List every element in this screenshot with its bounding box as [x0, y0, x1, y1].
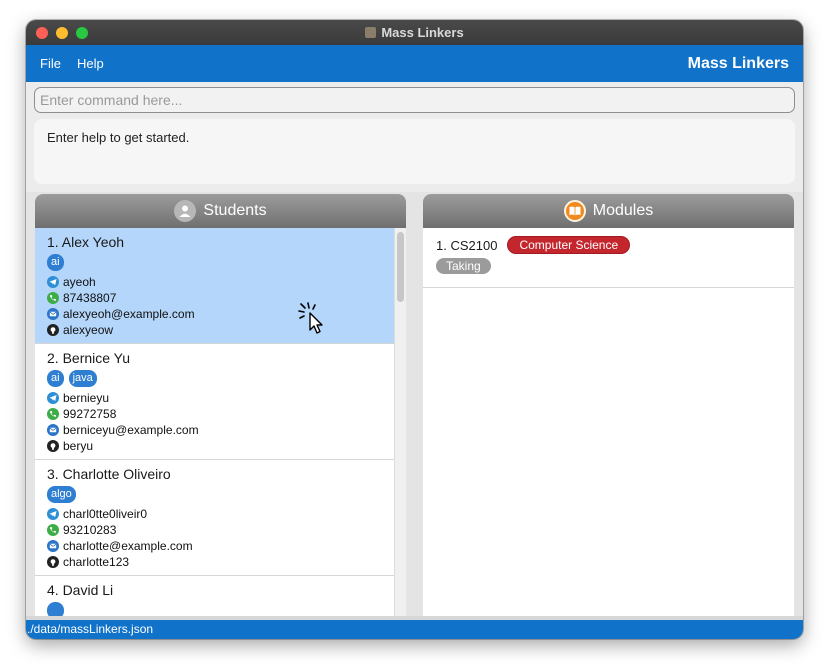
app-icon	[365, 27, 377, 38]
student-list-scrollbar[interactable]	[394, 228, 406, 616]
module-code: 1. CS2100	[436, 237, 498, 253]
github-icon	[47, 556, 59, 568]
students-panel: Students 1. Alex Yeoh ai ayeoh 87438807 …	[35, 194, 406, 616]
student-list[interactable]: 1. Alex Yeoh ai ayeoh 87438807 alexyeoh@…	[35, 228, 406, 616]
module-list[interactable]: 1. CS2100 Computer Science Taking	[423, 228, 794, 616]
student-card[interactable]: 3. Charlotte Oliveiro algo charl0tte0liv…	[35, 460, 394, 576]
github-row: charlotte123	[47, 554, 382, 570]
modules-title: Modules	[592, 202, 654, 219]
student-card[interactable]: 4. David Li	[35, 576, 394, 616]
students-title: Students	[203, 202, 267, 219]
telegram-icon	[47, 392, 59, 404]
phone-icon	[47, 524, 59, 536]
email-icon	[47, 308, 59, 320]
telegram-row: bernieyu	[47, 390, 382, 406]
student-card[interactable]: 1. Alex Yeoh ai ayeoh 87438807 alexyeoh@…	[35, 228, 394, 344]
mouse-cursor-icon	[298, 302, 323, 334]
student-tags: algo	[47, 486, 382, 503]
student-name: 2. Bernice Yu	[47, 350, 131, 366]
module-status-badge: Taking	[436, 258, 491, 274]
window-title: Mass Linkers	[365, 25, 464, 40]
phone-icon	[47, 292, 59, 304]
github-icon	[47, 440, 59, 452]
modules-panel: Modules 1. CS2100 Computer Science Takin…	[423, 194, 794, 616]
student-tags	[47, 602, 382, 616]
phone-number: 93210283	[63, 523, 117, 537]
email-address: berniceyu@example.com	[63, 423, 199, 437]
menu-bar: File Help Mass Linkers	[26, 45, 803, 82]
phone-number: 99272758	[63, 407, 117, 421]
phone-icon	[47, 408, 59, 420]
phone-row: 93210283	[47, 522, 382, 538]
user-icon	[174, 200, 197, 222]
email-address: alexyeoh@example.com	[63, 307, 195, 321]
email-icon	[47, 540, 59, 552]
tag	[47, 602, 65, 616]
github-username: charlotte123	[63, 555, 130, 569]
command-box	[26, 82, 803, 116]
email-row: charlotte@example.com	[47, 538, 382, 554]
email-icon	[47, 424, 59, 436]
phone-row: 99272758	[47, 406, 382, 422]
tag: ai	[47, 370, 64, 387]
student-tags: ai	[47, 254, 382, 271]
tag: ai	[47, 254, 64, 271]
title-bar: Mass Linkers	[26, 20, 803, 45]
github-username: alexyeow	[63, 323, 114, 337]
tag: algo	[47, 486, 76, 503]
student-tags: ai java	[47, 370, 382, 387]
minimize-window-button[interactable]	[56, 27, 68, 39]
student-card[interactable]: 2. Bernice Yu ai java bernieyu 99272758	[35, 344, 394, 460]
telegram-handle: charl0tte0liveir0	[63, 507, 148, 521]
app-window: Mass Linkers File Help Mass Linkers Ente…	[26, 20, 803, 639]
brand-title: Mass Linkers	[687, 54, 789, 72]
telegram-row: ayeoh	[47, 274, 382, 290]
book-icon	[563, 200, 586, 222]
student-name: 3. Charlotte Oliveiro	[47, 466, 171, 482]
tag: java	[68, 370, 97, 387]
telegram-handle: bernieyu	[63, 391, 110, 405]
modules-header: Modules	[423, 194, 794, 228]
window-title-text: Mass Linkers	[381, 25, 464, 40]
telegram-row: charl0tte0liveir0	[47, 506, 382, 522]
github-row: beryu	[47, 438, 382, 454]
module-line: 1. CS2100 Computer Science	[436, 236, 781, 254]
scrollbar-thumb[interactable]	[397, 232, 404, 302]
email-address: charlotte@example.com	[63, 539, 193, 553]
student-name: 4. David Li	[47, 582, 114, 598]
data-file-path: ./data/massLinkers.json	[27, 622, 154, 636]
telegram-icon	[47, 508, 59, 520]
module-category-tag: Computer Science	[507, 236, 631, 254]
command-input[interactable]	[34, 87, 795, 113]
status-bar: ./data/massLinkers.json	[26, 620, 803, 639]
window-controls	[36, 27, 88, 39]
result-display: Enter help to get started.	[34, 119, 795, 184]
student-name: 1. Alex Yeoh	[47, 234, 125, 250]
telegram-handle: ayeoh	[63, 275, 96, 289]
maximize-window-button[interactable]	[76, 27, 88, 39]
phone-number: 87438807	[63, 291, 117, 305]
github-username: beryu	[63, 439, 94, 453]
menu-file[interactable]: File	[40, 56, 61, 71]
students-header: Students	[35, 194, 406, 228]
result-box: Enter help to get started.	[26, 116, 803, 192]
menu-help[interactable]: Help	[77, 56, 104, 71]
close-window-button[interactable]	[36, 27, 48, 39]
telegram-icon	[47, 276, 59, 288]
module-card[interactable]: 1. CS2100 Computer Science Taking	[423, 228, 794, 288]
panels: Students 1. Alex Yeoh ai ayeoh 87438807 …	[26, 192, 803, 616]
email-row: berniceyu@example.com	[47, 422, 382, 438]
github-icon	[47, 324, 59, 336]
